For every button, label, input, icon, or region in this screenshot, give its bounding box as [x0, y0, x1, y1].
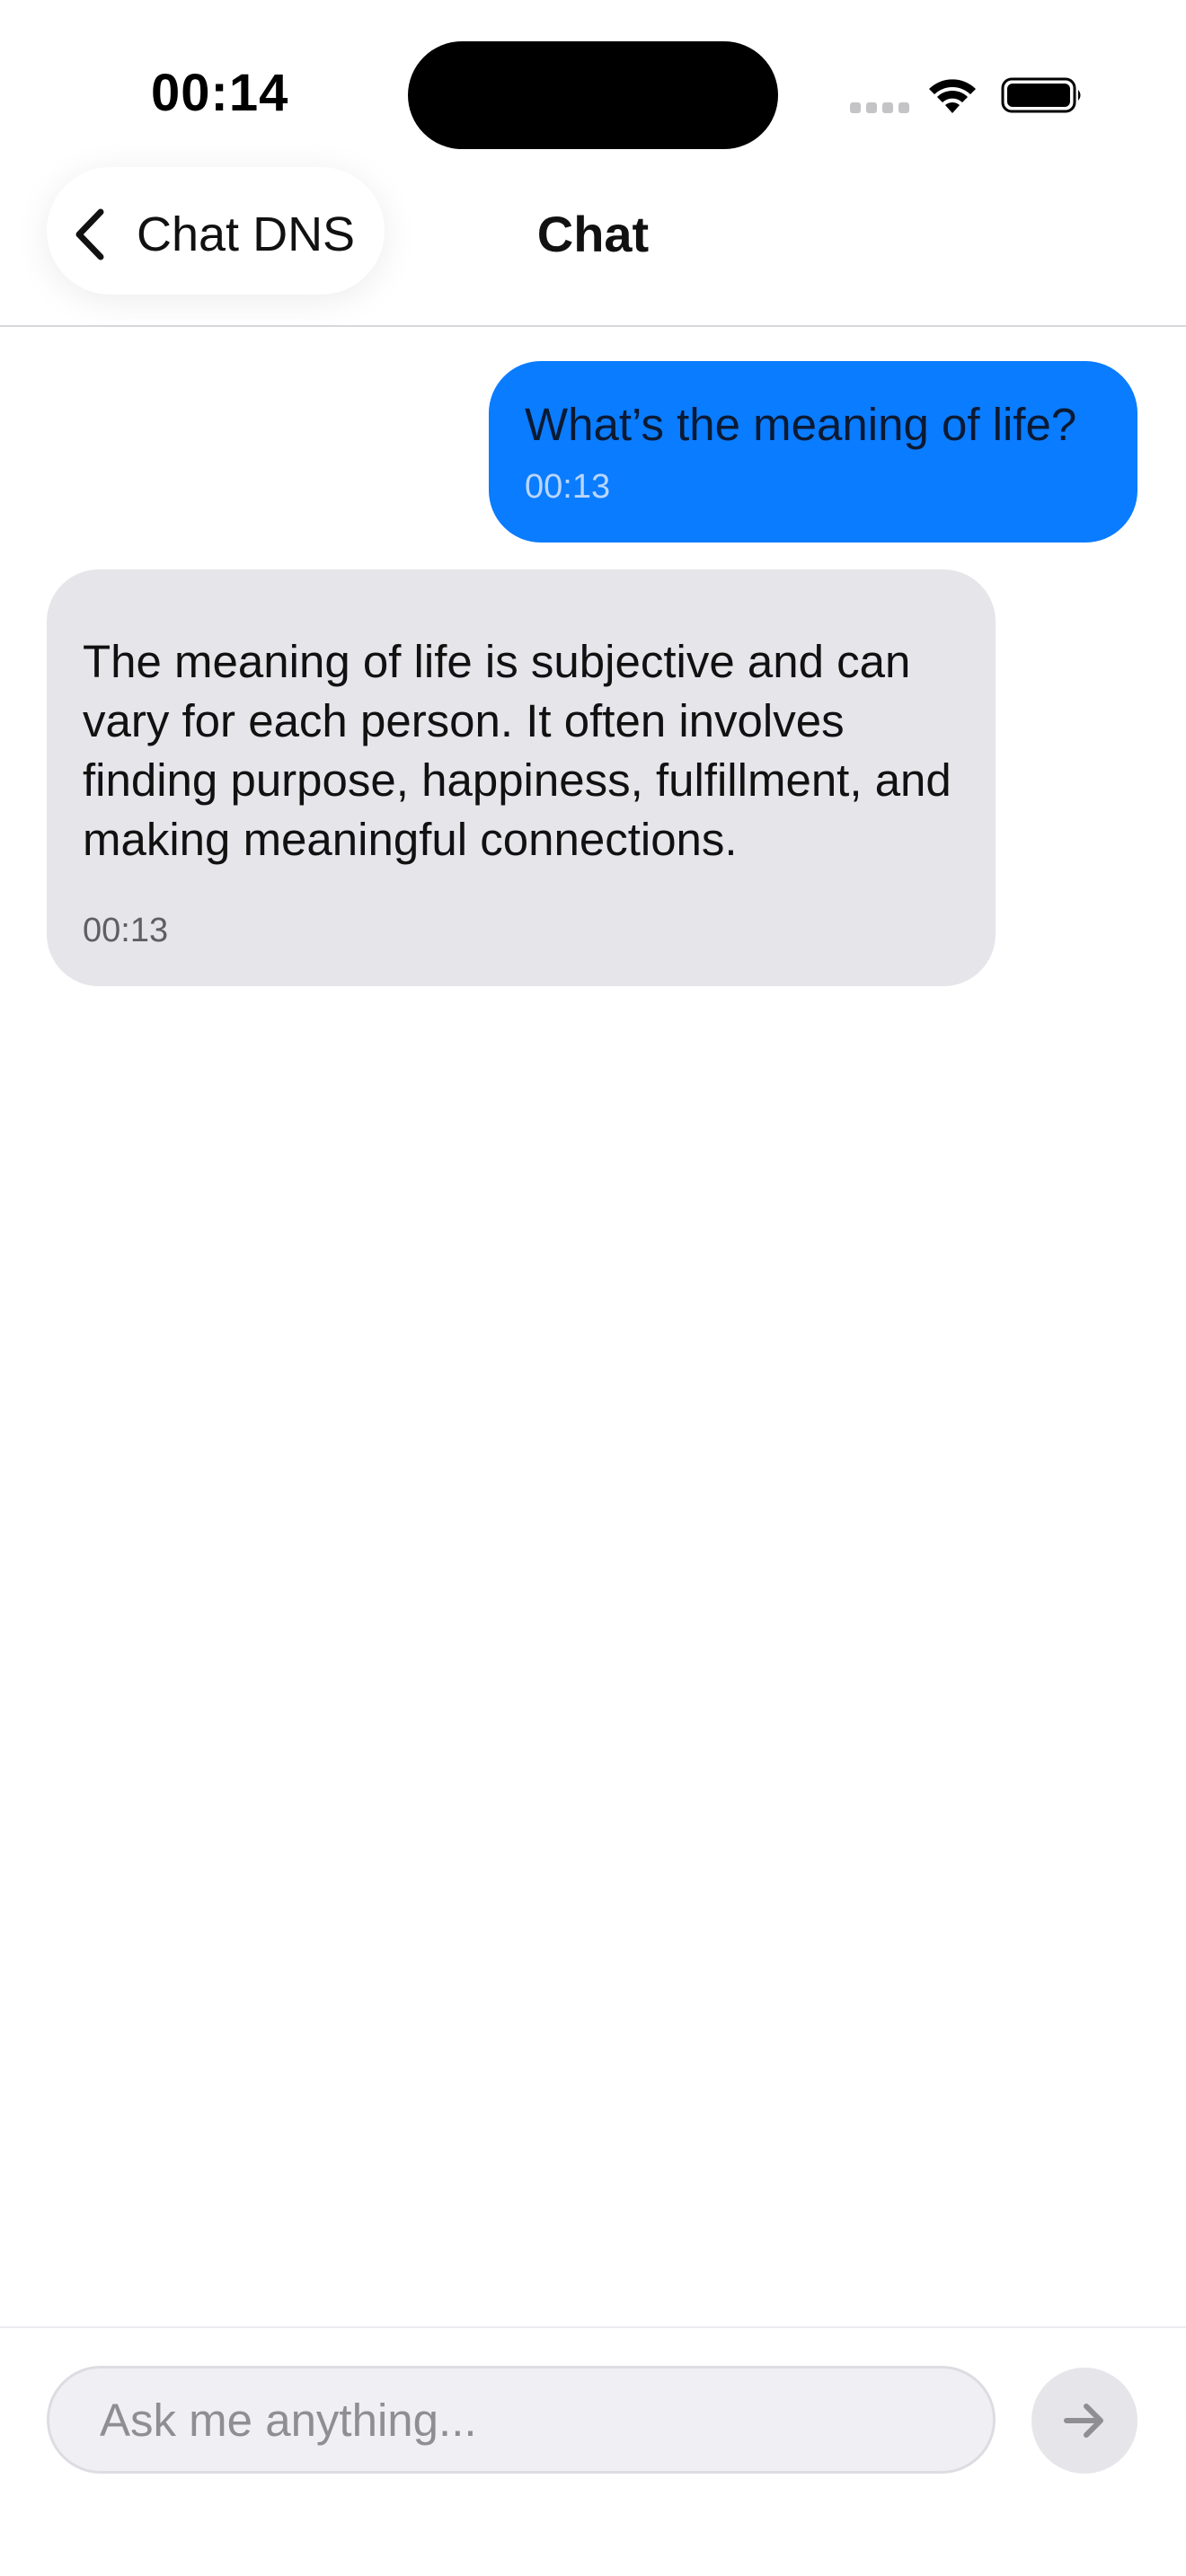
- wifi-icon: [929, 79, 976, 113]
- assistant-message-bubble: The meaning of life is subjective and ca…: [47, 569, 996, 986]
- message-timestamp: 00:13: [83, 912, 169, 949]
- cellular-signal-icon: [850, 102, 909, 113]
- battery-icon: [1001, 77, 1081, 113]
- send-button[interactable]: [1031, 2368, 1137, 2474]
- dynamic-island: [408, 41, 778, 149]
- composer-bar: [0, 2326, 1186, 2576]
- message-timestamp: 00:13: [525, 468, 611, 506]
- message-text: What’s the meaning of life?: [525, 399, 1077, 450]
- navigation-bar: Chat DNS Chat: [0, 162, 1186, 327]
- message-input[interactable]: [47, 2366, 996, 2474]
- status-time: 00:14: [151, 64, 289, 122]
- status-bar: 00:14: [0, 0, 1186, 162]
- page-title: Chat: [536, 206, 650, 262]
- arrow-right-icon: [1064, 2404, 1103, 2438]
- chat-screen: 00:14 Chat DNS Chat What’s the meaning o…: [0, 0, 1186, 2576]
- user-message-bubble: What’s the meaning of life? 00:13: [489, 361, 1137, 543]
- message-text: The meaning of life is subjective and ca…: [83, 636, 951, 865]
